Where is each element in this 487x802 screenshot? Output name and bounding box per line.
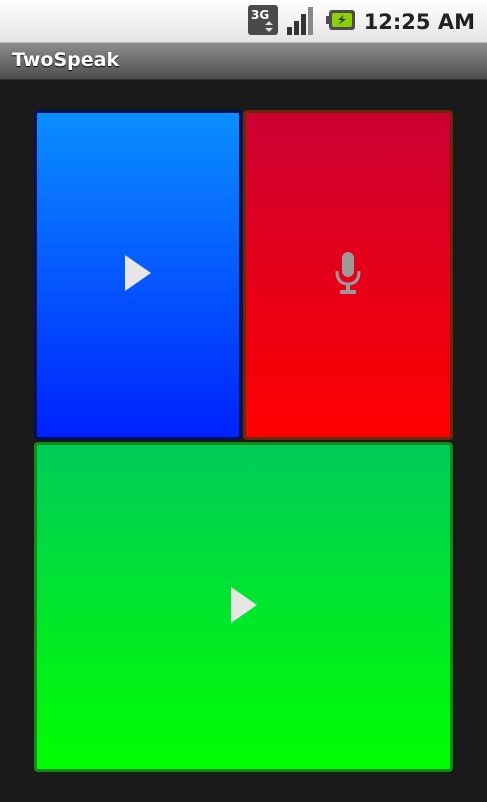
signal-strength-icon [286,5,318,39]
play-icon [229,586,259,628]
blue-play-panel[interactable] [34,110,242,440]
status-time: 12:25 AM [363,10,475,34]
green-play-panel[interactable] [34,442,453,772]
3g-data-icon: 3G [247,5,278,39]
play-icon [123,254,153,296]
main-content [0,80,487,802]
status-icons: 3G 12:25 AM [247,5,475,39]
red-record-panel[interactable] [243,110,453,440]
app-title: TwoSpeak [12,49,120,71]
status-bar: 3G 12:25 AM [0,0,487,43]
title-bar: TwoSpeak [0,43,487,80]
battery-charging-icon [325,8,356,36]
svg-text:3G: 3G [251,8,269,22]
microphone-icon [333,251,363,299]
